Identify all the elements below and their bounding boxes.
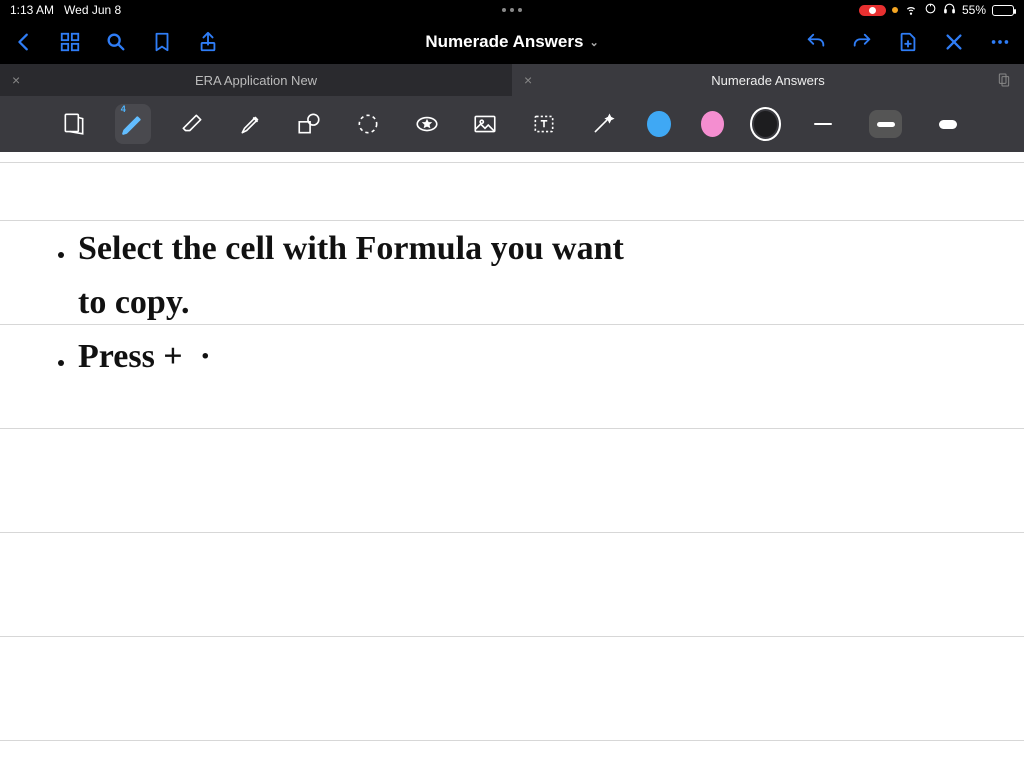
stamp-tool[interactable] <box>412 108 441 140</box>
tab-numerade-answers[interactable]: × Numerade Answers <box>512 64 1024 96</box>
text-tool[interactable] <box>530 108 559 140</box>
stroke-thick[interactable] <box>932 110 964 138</box>
notebook-canvas[interactable]: Select the cell with Formula you want to… <box>0 152 1024 768</box>
app-bar: Numerade Answers ⌄ <box>0 20 1024 64</box>
share-button[interactable] <box>196 30 220 54</box>
status-right: 55% <box>859 2 1014 19</box>
headphones-icon <box>943 2 956 18</box>
multitask-dots[interactable] <box>502 8 522 12</box>
stroke-medium[interactable] <box>869 110 901 138</box>
screen-record-indicator[interactable] <box>859 5 886 16</box>
tool-bar: 4 <box>0 96 1024 152</box>
status-date: Wed Jun 8 <box>64 3 121 17</box>
grid-view-button[interactable] <box>58 30 82 54</box>
bookmark-button[interactable] <box>150 30 174 54</box>
magic-tool[interactable] <box>588 108 617 140</box>
redo-button[interactable] <box>850 30 874 54</box>
status-bar: 1:13 AM Wed Jun 8 55% <box>0 0 1024 20</box>
highlighter-tool[interactable] <box>236 108 265 140</box>
pen-badge: 4 <box>121 104 126 114</box>
shape-tool[interactable] <box>295 108 324 140</box>
lasso-tool[interactable] <box>354 108 383 140</box>
tab-close-icon[interactable]: × <box>524 72 532 88</box>
pen-tool[interactable]: 4 <box>119 108 148 140</box>
battery-icon <box>992 5 1014 16</box>
tab-close-icon[interactable]: × <box>12 72 20 88</box>
page-nav-icon[interactable] <box>996 72 1012 88</box>
undo-button[interactable] <box>804 30 828 54</box>
tab-label: ERA Application New <box>195 73 317 88</box>
tab-bar: × ERA Application New × Numerade Answers <box>0 64 1024 96</box>
bullet-icon <box>58 360 64 366</box>
tab-era-application[interactable]: × ERA Application New <box>0 64 512 96</box>
chevron-down-icon: ⌄ <box>589 36 598 49</box>
search-button[interactable] <box>104 30 128 54</box>
handwritten-text: to copy. <box>78 284 189 321</box>
document-title-text: Numerade Answers <box>425 32 583 52</box>
image-tool[interactable] <box>471 108 500 140</box>
more-button[interactable] <box>988 30 1012 54</box>
mic-in-use-dot <box>892 7 898 13</box>
wifi-icon <box>904 2 918 19</box>
color-pink[interactable] <box>701 111 724 137</box>
status-time: 1:13 AM <box>10 3 54 17</box>
color-blue[interactable] <box>647 111 670 137</box>
handwritten-text: Select the cell with Formula you want <box>78 230 624 267</box>
handwritten-text: Press + · <box>78 338 211 375</box>
status-left: 1:13 AM Wed Jun 8 <box>10 3 121 17</box>
battery-percent: 55% <box>962 3 986 17</box>
add-page-button[interactable] <box>896 30 920 54</box>
bullet-icon <box>58 252 64 258</box>
orientation-lock-icon <box>924 2 937 18</box>
stroke-thin[interactable] <box>807 110 839 138</box>
document-title[interactable]: Numerade Answers ⌄ <box>425 32 598 52</box>
back-button[interactable] <box>12 30 36 54</box>
close-button[interactable] <box>942 30 966 54</box>
color-black[interactable] <box>754 111 777 137</box>
tab-label: Numerade Answers <box>711 73 824 88</box>
eraser-tool[interactable] <box>177 108 206 140</box>
read-mode-tool[interactable] <box>60 108 89 140</box>
